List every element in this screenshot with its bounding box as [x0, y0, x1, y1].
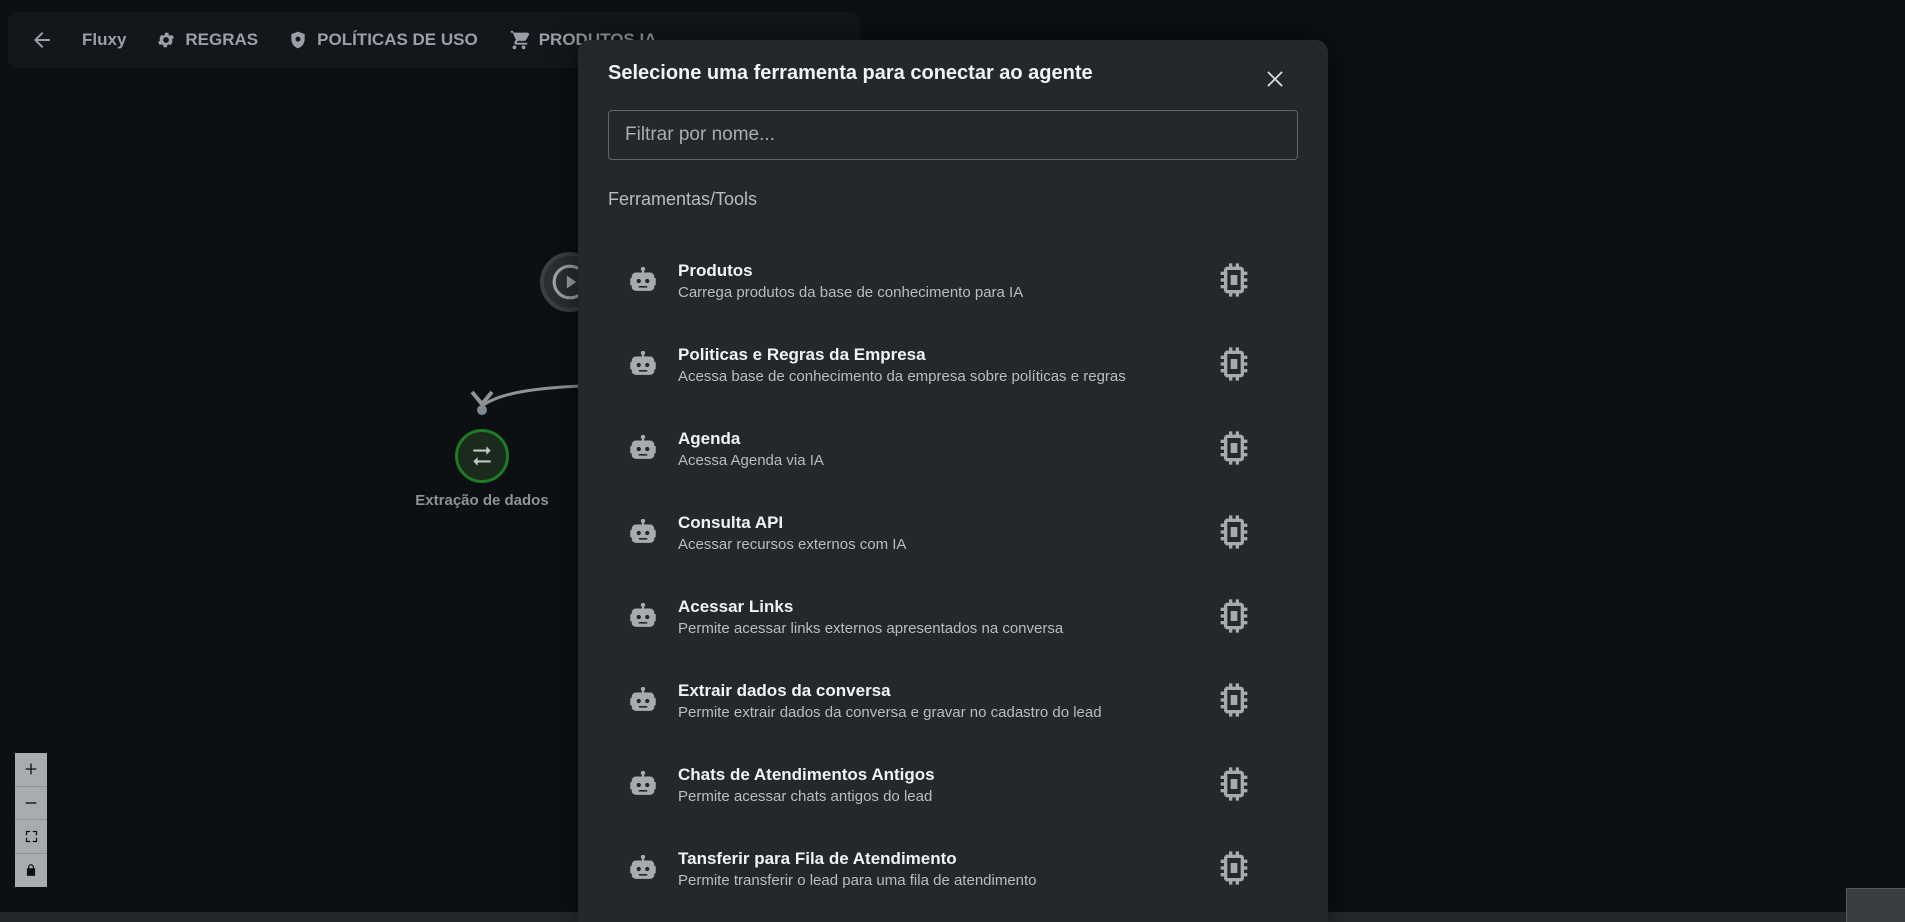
- tool-item-1[interactable]: Politicas e Regras da Empresa Acessa bas…: [608, 324, 1298, 408]
- policies-button[interactable]: POLÍTICAS DE USO: [288, 30, 478, 50]
- tool-name: Chats de Atendimentos Antigos: [678, 765, 935, 784]
- tool-description: Acessar recursos externos com IA: [678, 536, 907, 553]
- robot-icon: [626, 432, 660, 471]
- zoom-in-button[interactable]: [15, 753, 47, 787]
- tool-name: Agenda: [678, 429, 741, 448]
- tool-texts: Acessar Links Permite acessar links exte…: [678, 596, 1063, 639]
- rules-label: REGRAS: [185, 30, 259, 49]
- zoom-controls: [15, 753, 47, 887]
- tool-texts: Agenda Acessa Agenda via IA: [678, 428, 824, 471]
- filter-input[interactable]: [608, 110, 1298, 160]
- tool-description: Permite extrair dados da conversa e grav…: [678, 704, 1102, 721]
- robot-icon: [626, 516, 660, 555]
- corner-panel: [1846, 888, 1905, 922]
- tool-texts: Consulta API Acessar recursos externos c…: [678, 512, 906, 555]
- chip-icon[interactable]: [1214, 596, 1254, 641]
- tool-description: Permite acessar chats antigos do lead: [678, 788, 933, 805]
- brand-name[interactable]: Fluxy: [82, 30, 126, 50]
- tool-name: Consulta API: [678, 513, 784, 532]
- chip-icon[interactable]: [1214, 680, 1254, 725]
- tool-texts: Chats de Atendimentos Antigos Permite ac…: [678, 764, 935, 807]
- tool-description: Permite acessar links externos apresenta…: [678, 620, 1064, 637]
- tool-name: Extrair dados da conversa: [678, 681, 891, 700]
- plus-icon: [25, 763, 37, 775]
- tool-name: Politicas e Regras da Empresa: [678, 345, 926, 364]
- tool-name: Produtos: [678, 261, 753, 280]
- chip-icon[interactable]: [1214, 260, 1254, 305]
- lock-icon: [26, 864, 36, 877]
- flow-edge: [470, 384, 581, 415]
- tool-name: Tansferir para Fila de Atendimento: [678, 849, 957, 868]
- tool-texts: Politicas e Regras da Empresa Acessa bas…: [678, 344, 1126, 387]
- robot-icon: [626, 264, 660, 303]
- modal-title: Selecione uma ferramenta para conectar a…: [608, 62, 1093, 84]
- tool-select-modal: Selecione uma ferramenta para conectar a…: [578, 40, 1328, 922]
- gear-icon: [158, 32, 175, 48]
- tool-texts: Produtos Carrega produtos da base de con…: [678, 260, 1023, 303]
- tool-description: Acessa base de conhecimento da empresa s…: [678, 368, 1126, 385]
- tool-item-6[interactable]: Chats de Atendimentos Antigos Permite ac…: [608, 744, 1298, 828]
- tool-item-4[interactable]: Acessar Links Permite acessar links exte…: [608, 576, 1298, 660]
- chip-icon[interactable]: [1214, 764, 1254, 809]
- tool-texts: Tansferir para Fila de Atendimento Permi…: [678, 848, 1037, 891]
- fit-view-button[interactable]: [15, 820, 47, 854]
- robot-icon: [626, 852, 660, 891]
- robot-icon: [626, 684, 660, 723]
- cart-icon: [510, 30, 530, 50]
- tool-item-2[interactable]: Agenda Acessa Agenda via IA: [608, 408, 1298, 492]
- chip-icon[interactable]: [1214, 428, 1254, 473]
- rules-button[interactable]: REGRAS: [156, 30, 258, 50]
- extract-node-label: Extração de dados: [415, 492, 549, 509]
- tool-name: Acessar Links: [678, 597, 794, 616]
- tool-list: Produtos Carrega produtos da base de con…: [608, 240, 1298, 912]
- tool-item-3[interactable]: Consulta API Acessar recursos externos c…: [608, 492, 1298, 576]
- close-icon: [1267, 71, 1283, 87]
- robot-icon: [626, 768, 660, 807]
- tool-item-5[interactable]: Extrair dados da conversa Permite extrai…: [608, 660, 1298, 744]
- tool-texts: Extrair dados da conversa Permite extrai…: [678, 680, 1102, 723]
- fullscreen-icon: [25, 830, 37, 842]
- chip-icon[interactable]: [1214, 344, 1254, 389]
- tool-description: Carrega produtos da base de conhecimento…: [678, 284, 1024, 301]
- tool-item-7[interactable]: Tansferir para Fila de Atendimento Permi…: [608, 828, 1298, 912]
- tool-description: Permite transferir o lead para uma fila …: [678, 872, 1037, 889]
- shield-icon: [291, 31, 305, 49]
- policies-label: POLÍTICAS DE USO: [317, 30, 478, 49]
- extract-data-node[interactable]: [455, 429, 509, 483]
- tool-item-0[interactable]: Produtos Carrega produtos da base de con…: [608, 240, 1298, 324]
- robot-icon: [626, 600, 660, 639]
- minus-icon: [25, 802, 37, 804]
- close-button[interactable]: [1258, 62, 1292, 96]
- lock-button[interactable]: [15, 854, 47, 888]
- zoom-out-button[interactable]: [15, 787, 47, 820]
- arrow-left-icon: [34, 32, 50, 48]
- tool-description: Acessa Agenda via IA: [678, 452, 824, 469]
- section-label: Ferramentas/Tools: [608, 189, 758, 209]
- chip-icon[interactable]: [1214, 512, 1254, 557]
- robot-icon: [626, 348, 660, 387]
- swap-icon: [473, 446, 491, 466]
- back-button[interactable]: [30, 28, 54, 52]
- chip-icon[interactable]: [1214, 848, 1254, 893]
